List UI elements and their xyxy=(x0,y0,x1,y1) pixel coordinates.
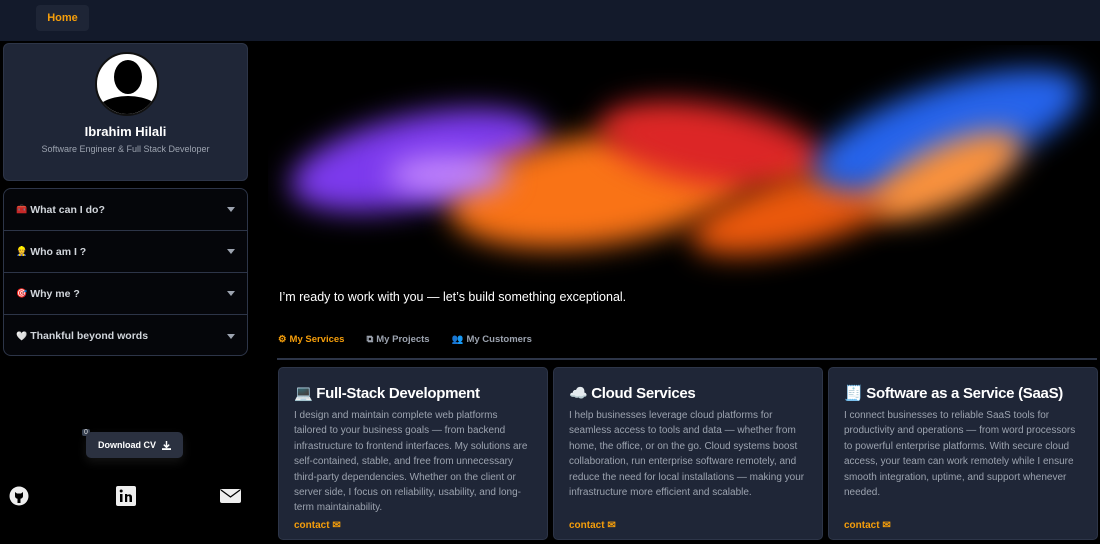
envelope-icon: ✉ xyxy=(332,520,341,531)
service-card-cloud: ☁️ Cloud Services I help businesses leve… xyxy=(553,367,823,540)
contact-link[interactable]: contact ✉ xyxy=(569,520,616,531)
target-icon: 🎯 xyxy=(16,288,28,298)
tab-my-customers[interactable]: 👥 My Customers xyxy=(452,334,532,345)
tabs-divider xyxy=(277,358,1097,360)
download-cv-button[interactable]: Download CV xyxy=(86,432,183,458)
sidebar-accordion: 🧰 What can I do? 👷 Who am I ? 🎯 Why me ? 🤍 T… xyxy=(3,188,248,356)
service-card-saas: 🧾 Software as a Service (SaaS) I connect… xyxy=(828,367,1098,540)
worker-icon: 👷 xyxy=(16,246,28,256)
hero-caption: I’m ready to work with you — let’s build… xyxy=(279,290,627,304)
caret-down-icon xyxy=(227,249,235,254)
linkedin-icon[interactable] xyxy=(116,486,136,506)
accordion-label: Why me ? xyxy=(30,287,80,300)
card-text: I design and maintain complete web platf… xyxy=(294,410,528,514)
cloud-icon: ☁️ xyxy=(569,385,588,402)
users-icon: 👥 xyxy=(451,334,464,345)
accordion-label: Thankful beyond words xyxy=(30,330,149,342)
card-title: 🧾 Software as a Service (SaaS) xyxy=(844,384,1082,402)
gears-icon: ⚙ xyxy=(278,334,287,345)
heart-icon: 🤍 xyxy=(16,330,28,341)
accordion-who-am-i[interactable]: 👷 Who am I ? xyxy=(4,231,247,273)
card-title-text: Cloud Services xyxy=(591,385,696,402)
tab-label: My Projects xyxy=(376,334,430,345)
section-tabs: ⚙ My Services ⧉ My Projects 👥 My Customers xyxy=(278,334,532,345)
accordion-what-can-i-do[interactable]: 🧰 What can I do? xyxy=(4,189,247,231)
card-title: ☁️ Cloud Services xyxy=(569,384,807,402)
tab-label: My Customers xyxy=(466,334,532,345)
hero-banner-image xyxy=(268,45,1100,305)
card-title: 💻 Full-Stack Development xyxy=(294,384,532,402)
envelope-icon: ✉ xyxy=(607,520,616,531)
laptop-icon: 💻 xyxy=(294,385,313,402)
github-icon[interactable] xyxy=(9,486,29,506)
accordion-thankful[interactable]: 🤍 Thankful beyond words xyxy=(4,315,247,357)
card-text: I connect businesses to reliable SaaS to… xyxy=(844,410,1076,499)
card-text: I help businesses leverage cloud platfor… xyxy=(569,410,805,499)
accordion-label: Who am I ? xyxy=(30,245,87,258)
card-title-text: Full-Stack Development xyxy=(316,385,480,402)
contact-label: contact xyxy=(294,520,330,531)
envelope-icon: ✉ xyxy=(882,520,891,531)
avatar xyxy=(95,52,159,116)
download-cv-label: Download CV xyxy=(98,440,156,450)
profile-card: Ibrahim Hilali Software Engineer & Full … xyxy=(3,43,248,181)
tab-my-projects[interactable]: ⧉ My Projects xyxy=(366,334,429,345)
contact-label: contact xyxy=(569,520,605,531)
card-title-text: Software as a Service (SaaS) xyxy=(866,385,1063,402)
profile-role: Software Engineer & Full Stack Developer xyxy=(41,144,210,154)
email-icon[interactable] xyxy=(220,486,241,506)
service-card-fullstack: 💻 Full-Stack Development I design and ma… xyxy=(278,367,548,540)
tab-my-services[interactable]: ⚙ My Services xyxy=(278,334,344,345)
accordion-why-me[interactable]: 🎯 Why me ? xyxy=(4,273,247,315)
contact-label: contact xyxy=(844,520,880,531)
caret-down-icon xyxy=(227,207,235,212)
document-icon: 🧾 xyxy=(844,385,863,402)
contact-link[interactable]: contact ✉ xyxy=(844,520,891,531)
download-icon xyxy=(162,440,171,450)
caret-down-icon xyxy=(227,291,235,296)
profile-name: Ibrahim Hilali xyxy=(84,124,167,139)
tab-label: My Services xyxy=(289,334,345,345)
top-navbar: Home xyxy=(0,0,1100,41)
nav-home-link[interactable]: Home xyxy=(36,5,89,31)
toolbox-icon: 🧰 xyxy=(16,204,28,214)
sitemap-icon: ⧉ xyxy=(366,334,374,345)
contact-link[interactable]: contact ✉ xyxy=(294,520,341,531)
accordion-label: What can I do? xyxy=(30,203,105,216)
caret-down-icon xyxy=(227,333,235,339)
